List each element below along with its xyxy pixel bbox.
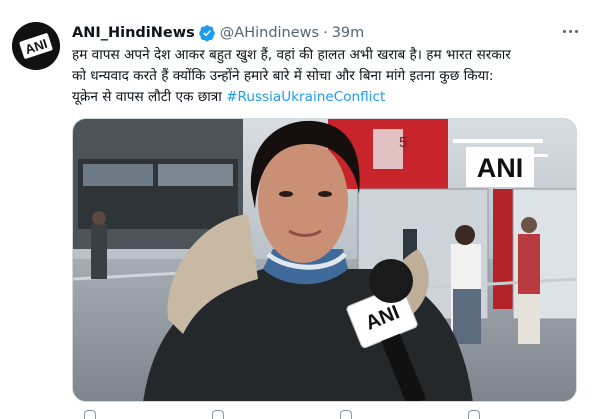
author-avatar[interactable]: ANI (12, 22, 60, 70)
verified-badge-icon (198, 25, 215, 42)
ani-logo-icon: ANI (12, 22, 60, 70)
more-dot (574, 29, 578, 33)
tweet-text-line: यूक्रेन से वापस लौटी एक छात्रा (72, 89, 222, 105)
tweet-actions (72, 408, 577, 419)
tweet-media-image[interactable]: ANI ANI 5 (72, 118, 577, 402)
ani-watermark: ANI (477, 153, 524, 183)
tweet-text-line: हम वापस अपने देश आकर बहुत खुश हैं, वहां … (72, 47, 511, 63)
more-dot (562, 29, 566, 33)
sign-number: 5 (399, 134, 407, 151)
media-photo: ANI ANI 5 (73, 119, 576, 401)
header-separator: · (323, 25, 328, 41)
more-dot (568, 29, 572, 33)
more-options-icon[interactable] (559, 24, 581, 38)
tweet-header: ANI_HindiNews @AHindinews · 39m (72, 22, 364, 44)
tweet-timestamp[interactable]: 39m (332, 25, 365, 41)
hashtag-link[interactable]: #RussiaUkraineConflict (226, 89, 385, 105)
tweet-text-line: को धन्यवाद करते हैं क्योंकि उन्होंने हमा… (72, 68, 494, 84)
tweet[interactable]: ANI ANI_HindiNews @AHindinews · 39m हम व… (0, 0, 595, 419)
author-name[interactable]: ANI_HindiNews (72, 25, 195, 41)
tweet-text: हम वापस अपने देश आकर बहुत खुश हैं, वहां … (72, 45, 577, 108)
tweet-text-line-last: यूक्रेन से वापस लौटी एक छात्रा #RussiaUk… (72, 87, 577, 108)
author-handle[interactable]: @AHindinews (220, 25, 319, 41)
